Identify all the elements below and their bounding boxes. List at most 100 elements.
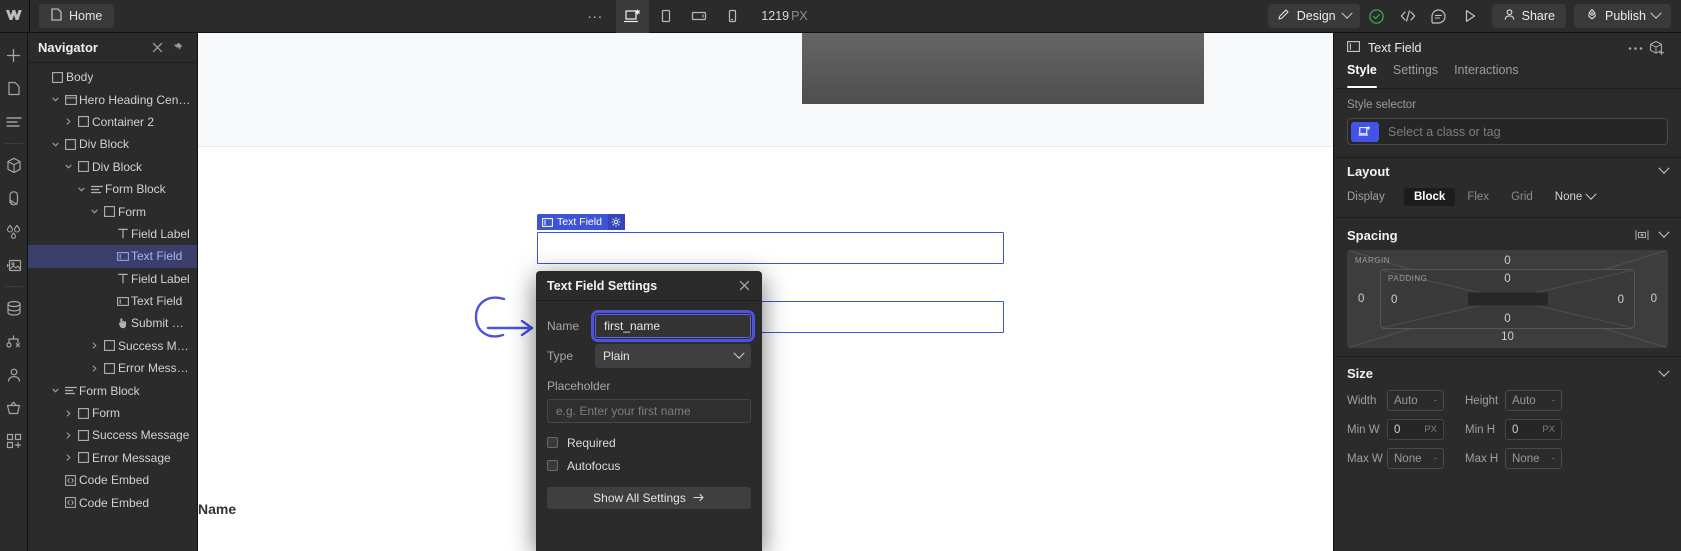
required-checkbox-row[interactable]: Required bbox=[547, 431, 751, 454]
display-option-flex[interactable]: Flex bbox=[1457, 188, 1499, 206]
preview-play-icon[interactable] bbox=[1456, 2, 1484, 30]
check-circle-icon[interactable] bbox=[1363, 2, 1391, 30]
chevron-down-icon[interactable] bbox=[49, 386, 62, 395]
name-input[interactable]: first_name bbox=[591, 310, 755, 342]
chevron-right-icon[interactable] bbox=[88, 364, 101, 373]
tab-interactions[interactable]: Interactions bbox=[1454, 63, 1519, 88]
ecommerce-basket-icon[interactable] bbox=[0, 391, 28, 424]
publish-button[interactable]: Publish bbox=[1574, 4, 1671, 28]
chevron-right-icon[interactable] bbox=[62, 453, 75, 462]
padding-bottom-value[interactable]: 0 bbox=[1504, 313, 1510, 325]
breakpoint-mobile-portrait-button[interactable] bbox=[715, 0, 748, 33]
users-icon[interactable] bbox=[0, 358, 28, 391]
show-all-settings-button[interactable]: Show All Settings bbox=[547, 487, 751, 509]
style-selector-input[interactable]: Select a class or tag bbox=[1347, 118, 1668, 145]
navigator-item-body[interactable]: Body bbox=[28, 66, 197, 88]
spacing-section-header[interactable]: Spacing bbox=[1334, 222, 1681, 248]
chevron-down-icon[interactable] bbox=[62, 162, 75, 171]
width-unit[interactable]: - bbox=[1434, 395, 1437, 406]
height-unit[interactable]: - bbox=[1552, 395, 1555, 406]
navigator-item-form-block[interactable]: Form Block bbox=[28, 178, 197, 200]
pages-icon[interactable] bbox=[0, 72, 28, 105]
navigator-item-form[interactable]: Form bbox=[28, 402, 197, 424]
navigator-item-success-messa[interactable]: Success Messa... bbox=[28, 335, 197, 357]
chevron-down-icon[interactable] bbox=[75, 185, 88, 194]
tab-style[interactable]: Style bbox=[1347, 63, 1377, 88]
autofocus-checkbox[interactable] bbox=[547, 460, 558, 471]
navigator-lines-icon[interactable] bbox=[0, 105, 28, 138]
webflow-logo-icon[interactable] bbox=[0, 0, 30, 33]
navigator-item-text-field[interactable]: Text Field bbox=[28, 290, 197, 312]
navigator-item-container-2[interactable]: Container 2 bbox=[28, 111, 197, 133]
breakpoint-tablet-button[interactable] bbox=[649, 0, 682, 33]
navigator-item-error-message[interactable]: Error Message bbox=[28, 357, 197, 379]
max-h-input[interactable]: None - bbox=[1505, 448, 1562, 469]
max-w-unit[interactable]: - bbox=[1434, 453, 1437, 464]
style-paint-icon[interactable] bbox=[0, 182, 28, 215]
navigator-item-success-message[interactable]: Success Message bbox=[28, 424, 197, 446]
margin-right-value[interactable]: 0 bbox=[1651, 293, 1657, 305]
selected-element-badge[interactable]: Text Field bbox=[537, 214, 625, 230]
display-option-grid[interactable]: Grid bbox=[1501, 188, 1543, 206]
width-input[interactable]: Auto - bbox=[1387, 390, 1444, 411]
page-tab-home[interactable]: Home bbox=[39, 4, 115, 28]
gear-icon[interactable] bbox=[607, 214, 625, 230]
more-options-button[interactable]: ... bbox=[574, 0, 616, 33]
chevron-down-icon[interactable] bbox=[88, 207, 101, 216]
max-h-unit[interactable]: - bbox=[1552, 453, 1555, 464]
ellipsis-icon[interactable] bbox=[1624, 46, 1646, 51]
apps-grid-plus-icon[interactable] bbox=[0, 424, 28, 457]
variables-droplets-icon[interactable] bbox=[0, 215, 28, 248]
tab-settings[interactable]: Settings bbox=[1393, 63, 1438, 88]
breakpoint-mobile-landscape-button[interactable] bbox=[682, 0, 715, 33]
chevron-down-icon[interactable] bbox=[1658, 365, 1670, 378]
cms-database-icon[interactable] bbox=[0, 292, 28, 325]
chevron-down-icon[interactable] bbox=[1658, 162, 1670, 175]
display-option-none[interactable]: None bbox=[1545, 188, 1606, 206]
chevron-right-icon[interactable] bbox=[62, 431, 75, 440]
close-x-icon[interactable] bbox=[147, 38, 167, 58]
max-w-input[interactable]: None - bbox=[1387, 448, 1444, 469]
navigator-item-form-block[interactable]: Form Block bbox=[28, 379, 197, 401]
logic-icon[interactable] bbox=[0, 325, 28, 358]
navigator-item-field-label[interactable]: Field Label bbox=[28, 223, 197, 245]
comment-icon[interactable] bbox=[1425, 2, 1453, 30]
placeholder-input[interactable]: e.g. Enter your first name bbox=[547, 399, 751, 423]
min-h-unit[interactable]: PX bbox=[1542, 424, 1555, 435]
chevron-right-icon[interactable] bbox=[62, 409, 75, 418]
share-button[interactable]: Share bbox=[1491, 4, 1566, 28]
navigator-item-div-block[interactable]: Div Block bbox=[28, 156, 197, 178]
navigator-item-hero-heading-center-2[interactable]: Hero Heading Center 2 bbox=[28, 88, 197, 110]
navigator-item-field-label[interactable]: Field Label bbox=[28, 268, 197, 290]
navigator-item-form[interactable]: Form bbox=[28, 200, 197, 222]
spacing-mode-icon[interactable] bbox=[1634, 229, 1650, 241]
navigator-item-div-block[interactable]: Div Block bbox=[28, 133, 197, 155]
min-w-input[interactable]: 0 PX bbox=[1387, 419, 1444, 440]
canvas-text-field-1[interactable] bbox=[537, 232, 1004, 264]
chevron-down-icon[interactable] bbox=[1658, 226, 1670, 239]
required-checkbox[interactable] bbox=[547, 437, 558, 448]
chevron-right-icon[interactable] bbox=[62, 117, 75, 126]
margin-left-value[interactable]: 0 bbox=[1358, 293, 1364, 305]
min-h-input[interactable]: 0 PX bbox=[1505, 419, 1562, 440]
padding-right-value[interactable]: 0 bbox=[1618, 294, 1624, 306]
size-section-header[interactable]: Size bbox=[1334, 356, 1681, 386]
margin-bottom-value[interactable]: 10 bbox=[1501, 331, 1514, 343]
pin-icon[interactable] bbox=[167, 38, 187, 58]
min-w-unit[interactable]: PX bbox=[1424, 424, 1437, 435]
code-brackets-icon[interactable] bbox=[1394, 2, 1422, 30]
navigator-item-text-field[interactable]: Text Field bbox=[28, 245, 197, 268]
margin-box[interactable]: MARGIN 0 0 0 10 PADDING 0 0 0 0 bbox=[1347, 250, 1668, 348]
breakpoint-desktop-button[interactable] bbox=[616, 0, 650, 33]
layout-section-header[interactable]: Layout bbox=[1334, 158, 1681, 184]
navigator-item-code-embed[interactable]: Code Embed bbox=[28, 469, 197, 491]
chevron-right-icon[interactable] bbox=[88, 341, 101, 350]
margin-top-value[interactable]: 0 bbox=[1504, 255, 1510, 267]
cube-plus-icon[interactable] bbox=[1646, 40, 1668, 56]
modal-close-icon[interactable] bbox=[737, 278, 751, 294]
navigator-item-code-embed[interactable]: Code Embed bbox=[28, 491, 197, 513]
type-select[interactable]: Plain bbox=[595, 344, 751, 368]
autofocus-checkbox-row[interactable]: Autofocus bbox=[547, 454, 751, 477]
chevron-down-icon[interactable] bbox=[49, 95, 62, 104]
padding-left-value[interactable]: 0 bbox=[1391, 294, 1397, 306]
